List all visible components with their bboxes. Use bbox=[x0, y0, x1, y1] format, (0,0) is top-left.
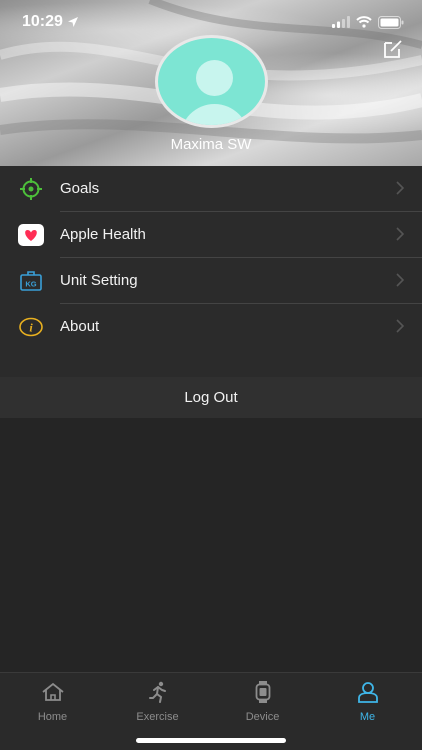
chevron-right-icon bbox=[396, 319, 404, 333]
tab-label: Me bbox=[359, 711, 376, 723]
svg-text:KG: KG bbox=[25, 280, 36, 289]
menu-item-about[interactable]: i About bbox=[0, 304, 422, 350]
status-time: 10:29 bbox=[22, 13, 63, 30]
battery-icon bbox=[378, 15, 404, 29]
info-icon: i bbox=[18, 315, 44, 339]
wifi-icon bbox=[356, 16, 372, 28]
profile-header: 10:29 Maxima SW bbox=[0, 0, 422, 166]
logout-button[interactable]: Log Out bbox=[0, 377, 422, 418]
heart-icon bbox=[18, 223, 44, 247]
settings-menu: Goals Apple Health KG Unit Setting i Abo… bbox=[0, 166, 422, 350]
edit-icon[interactable] bbox=[382, 38, 404, 60]
tab-me[interactable]: Me bbox=[315, 681, 420, 723]
menu-item-goals[interactable]: Goals bbox=[0, 166, 422, 212]
scale-kg-icon: KG bbox=[18, 269, 44, 293]
tab-home[interactable]: Home bbox=[0, 681, 105, 723]
running-icon bbox=[148, 681, 166, 703]
watch-icon bbox=[255, 681, 270, 703]
menu-item-label: Unit Setting bbox=[60, 272, 138, 289]
tab-device[interactable]: Device bbox=[210, 681, 315, 723]
status-icons bbox=[332, 15, 404, 29]
tab-exercise[interactable]: Exercise bbox=[105, 681, 210, 723]
menu-item-label: Apple Health bbox=[60, 226, 146, 243]
avatar-body bbox=[180, 104, 249, 125]
home-indicator[interactable] bbox=[136, 738, 286, 743]
tab-label: Home bbox=[37, 711, 68, 723]
tab-label: Exercise bbox=[136, 711, 179, 723]
home-icon bbox=[41, 682, 64, 701]
avatar-head bbox=[196, 60, 233, 96]
status-time-group: 10:29 bbox=[22, 13, 79, 31]
tab-label: Device bbox=[245, 711, 280, 723]
chevron-right-icon bbox=[396, 181, 404, 195]
chevron-right-icon bbox=[396, 273, 404, 287]
chevron-right-icon bbox=[396, 227, 404, 241]
target-icon bbox=[18, 177, 44, 201]
cellular-signal-icon bbox=[332, 16, 350, 28]
svg-text:i: i bbox=[29, 321, 33, 335]
menu-item-label: About bbox=[60, 318, 100, 335]
menu-item-apple-health[interactable]: Apple Health bbox=[0, 212, 422, 258]
menu-item-label: Goals bbox=[60, 180, 100, 197]
person-icon bbox=[357, 682, 378, 703]
avatar[interactable] bbox=[155, 35, 268, 128]
location-arrow-icon bbox=[67, 17, 78, 27]
section-spacer bbox=[0, 350, 422, 377]
username: Maxima SW bbox=[170, 136, 252, 153]
menu-item-unit-setting[interactable]: KG Unit Setting bbox=[0, 258, 422, 304]
